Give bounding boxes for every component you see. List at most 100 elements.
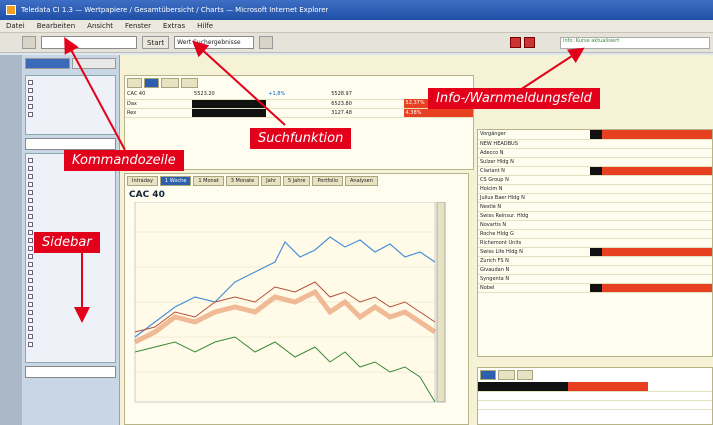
table-row[interactable]: Clariant N — [478, 166, 712, 176]
tab[interactable]: Jahr — [261, 176, 281, 186]
table-row[interactable]: Syngenta N — [478, 274, 712, 284]
sidebar-bottom-select[interactable] — [25, 366, 116, 378]
watchlist-table: CAC 40 5523.20 +1,8% 5528.97 Dax 6523.80 52,3… — [125, 90, 473, 118]
tab[interactable] — [498, 370, 515, 380]
table-row[interactable]: CS Group N — [478, 175, 712, 185]
sidebar-tab-1[interactable] — [25, 58, 70, 69]
menu-bar: Datei Bearbeiten Ansicht Fenster Extras … — [0, 20, 713, 33]
tab[interactable] — [516, 370, 534, 380]
workspace: CAC 40 5523.20 +1,8% 5528.97 Dax 6523.80 52,3… — [120, 55, 713, 425]
tab[interactable] — [143, 78, 159, 88]
chart-title: CAC 40 — [129, 190, 165, 200]
tab[interactable] — [160, 78, 179, 88]
list-item[interactable] — [28, 188, 113, 196]
price-chart — [133, 201, 446, 403]
list-item[interactable] — [28, 308, 113, 316]
table-row[interactable]: Sulzer Hldg N — [478, 157, 712, 167]
list-item[interactable] — [28, 340, 113, 348]
menu-bearbeiten[interactable]: Bearbeiten — [37, 22, 75, 30]
list-item[interactable] — [28, 94, 113, 102]
tab[interactable]: 1 Monat — [193, 176, 224, 186]
table-row[interactable]: Julius Baer Hldg N — [478, 193, 712, 203]
list-item[interactable] — [28, 252, 113, 260]
table-row[interactable]: Holcim N — [478, 184, 712, 194]
sidebar-select[interactable] — [25, 138, 116, 150]
annotation-command-line: Kommandozeile — [64, 150, 184, 171]
menu-fenster[interactable]: Fenster — [125, 22, 151, 30]
annotation-message-field: Info-/Warnmeldungsfeld — [428, 88, 600, 109]
list-item[interactable] — [28, 86, 113, 94]
left-strip — [0, 55, 22, 425]
tab[interactable] — [127, 78, 142, 88]
list-item[interactable] — [28, 212, 113, 220]
table-row[interactable]: Swiss Reinsur. Hldg — [478, 211, 712, 221]
list-item[interactable] — [28, 196, 113, 204]
title-bar: Teledata CI 1.3 — Wertpapiere / Gesamtüb… — [0, 0, 713, 20]
command-line-input[interactable] — [41, 36, 137, 49]
dropdown-icon[interactable] — [259, 36, 274, 49]
tab[interactable] — [480, 370, 497, 380]
table-row[interactable]: Nobel — [478, 283, 712, 293]
start-button[interactable]: Start — [142, 36, 170, 49]
list-item[interactable] — [28, 172, 113, 180]
tab[interactable]: Intraday — [127, 176, 158, 186]
bottom-table — [478, 382, 712, 410]
app-icon — [6, 5, 16, 15]
menu-hilfe[interactable]: Hilfe — [197, 22, 213, 30]
bottom-right-pane — [477, 367, 713, 425]
tab[interactable]: 5 Jahre — [282, 176, 311, 186]
app-window: Teledata CI 1.3 — Wertpapiere / Gesamtüb… — [0, 0, 713, 425]
list-item[interactable] — [28, 292, 113, 300]
sidebar-box-2 — [25, 153, 116, 363]
list-item[interactable] — [28, 276, 113, 284]
stop-icon[interactable] — [524, 37, 535, 48]
tab[interactable]: 1 Woche — [159, 176, 192, 186]
list-item[interactable] — [28, 324, 113, 332]
table-row[interactable]: NEW HEADBUS — [478, 139, 712, 149]
annotation-search: Suchfunktion — [250, 128, 352, 149]
tab[interactable] — [180, 78, 199, 88]
chart-scrollbar — [436, 201, 446, 403]
list-item[interactable] — [28, 204, 113, 212]
table-row[interactable]: Dax 6523.80 52,37% — [125, 99, 473, 109]
menu-datei[interactable]: Datei — [6, 22, 25, 30]
list-item[interactable] — [28, 110, 113, 118]
chart-pane: Intraday 1 Woche 1 Monat 3 Monate Jahr 5… — [124, 173, 469, 425]
list-item[interactable] — [28, 220, 113, 228]
list-item[interactable] — [28, 300, 113, 308]
table-row[interactable]: Rex 3127.48 4,38% — [125, 108, 473, 118]
table-row[interactable] — [478, 400, 712, 410]
alert-icon[interactable] — [510, 37, 521, 48]
list-item[interactable] — [28, 180, 113, 188]
list-item[interactable] — [28, 316, 113, 324]
table-row[interactable] — [478, 382, 712, 392]
tab[interactable]: Analysen — [345, 176, 378, 186]
table-row[interactable]: Givaudan N — [478, 265, 712, 275]
list-item[interactable] — [28, 284, 113, 292]
table-row[interactable]: Vorgänger — [478, 130, 712, 140]
list-item[interactable] — [28, 332, 113, 340]
table-row[interactable]: Zurich FS N — [478, 256, 712, 266]
instrument-list-pane: Vorgänger NEW HEADBUS Adecco N Sulzer Hl… — [477, 129, 713, 357]
tab[interactable]: 3 Monate — [225, 176, 260, 186]
table-row[interactable]: CAC 40 5523.20 +1,8% 5528.97 — [125, 90, 473, 100]
table-row[interactable] — [478, 391, 712, 401]
table-row[interactable]: Novartis N — [478, 220, 712, 230]
menu-extras[interactable]: Extras — [163, 22, 185, 30]
table-row[interactable]: Swiss Life Hldg N — [478, 247, 712, 257]
menu-ansicht[interactable]: Ansicht — [87, 22, 113, 30]
table-row[interactable]: Nestlé N — [478, 202, 712, 212]
list-item[interactable] — [28, 102, 113, 110]
table-row[interactable]: Richemont Units — [478, 238, 712, 248]
search-input[interactable]: Wert Suchergebnisse — [174, 36, 255, 49]
annotation-sidebar: Sidebar — [34, 232, 100, 253]
list-item[interactable] — [28, 78, 113, 86]
sidebar-tab-2[interactable] — [71, 58, 116, 69]
home-icon[interactable] — [22, 36, 36, 49]
tab[interactable]: Portfolio — [312, 176, 344, 186]
table-row[interactable]: Roche Hldg G — [478, 229, 712, 239]
instrument-table: Vorgänger NEW HEADBUS Adecco N Sulzer Hl… — [478, 130, 712, 293]
list-item[interactable] — [28, 260, 113, 268]
list-item[interactable] — [28, 268, 113, 276]
table-row[interactable]: Adecco N — [478, 148, 712, 158]
